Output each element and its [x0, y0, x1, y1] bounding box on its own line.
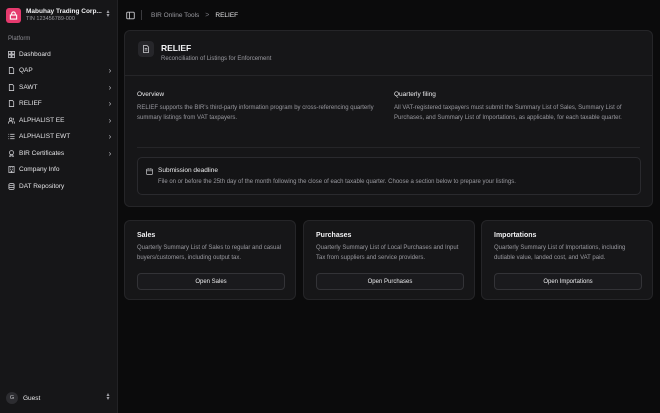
sidebar-item-bir-certificates[interactable]: BIR Certificates ›: [4, 145, 114, 162]
card-description: Quarterly Summary List of Importations, …: [494, 245, 626, 261]
breadcrumb-current: RELIEF: [215, 11, 239, 19]
breadcrumb-parent[interactable]: BIR Online Tools: [151, 12, 199, 19]
building-icon: [8, 166, 15, 174]
avatar: G: [6, 392, 18, 404]
overview-text: RELIEF supports the BIR's third-party in…: [137, 105, 374, 121]
sidebar-item-company-info[interactable]: Company Info: [4, 162, 114, 179]
card-title: Sales: [137, 232, 156, 239]
breadcrumb-separator: >: [205, 11, 210, 19]
topbar-divider: [141, 10, 142, 20]
sidebar-item-alphalist-ee[interactable]: ALPHALIST EE ›: [4, 112, 114, 129]
card-description: Quarterly Summary List of Sales to regul…: [137, 245, 282, 261]
calendar-icon: [146, 168, 153, 175]
chevron-updown-icon: ▴ ▾: [106, 9, 110, 19]
sales-card: Sales Quarterly Summary List of Sales to…: [124, 220, 296, 300]
sidebar-nav: Dashboard QAP › SAWT › RELIEF › ALPHALIS…: [4, 46, 114, 195]
certificate-icon: [8, 149, 15, 157]
topbar: BIR Online Tools > RELIEF: [118, 0, 660, 30]
relief-panel: RELIEF Reconciliation of Listings for En…: [124, 30, 653, 207]
sidebar-item-dashboard[interactable]: Dashboard: [4, 46, 114, 63]
sidebar-item-label: Dashboard: [19, 50, 51, 58]
importations-card: Importations Quarterly Summary List of I…: [481, 220, 653, 300]
deadline-title: Submission deadline: [158, 167, 218, 174]
dashboard-icon: [8, 50, 15, 58]
sidebar-item-label: QAP: [19, 67, 33, 75]
document-icon: [8, 67, 15, 75]
sidebar-item-sawt[interactable]: SAWT ›: [4, 79, 114, 96]
sidebar-toggle-icon[interactable]: [126, 11, 135, 20]
sidebar-item-dat-repository[interactable]: DAT Repository: [4, 178, 114, 195]
sidebar-item-label: BIR Certificates: [19, 149, 65, 157]
page-title: RELIEF: [161, 43, 192, 53]
quarterly-text: All VAT-registered taxpayers must submit…: [394, 105, 622, 121]
card-description: Quarterly Summary List of Local Purchase…: [316, 245, 459, 261]
file-text-icon: [138, 41, 154, 57]
card-title: Purchases: [316, 232, 352, 239]
open-importations-button[interactable]: Open Importations: [494, 273, 642, 290]
chevron-updown-icon: ▴ ▾: [106, 392, 110, 402]
sidebar: Mabuhay Trading Corp... TIN 123456789-00…: [0, 0, 118, 413]
open-sales-button[interactable]: Open Sales: [137, 273, 285, 290]
overview-section: Overview RELIEF supports the BIR's third…: [137, 91, 387, 123]
document-icon: [8, 83, 15, 91]
users-icon: [8, 117, 15, 124]
section-divider: [137, 147, 640, 148]
deadline-text: File on or before the 25th day of the mo…: [158, 179, 516, 185]
card-title: Importations: [494, 232, 537, 239]
document-icon: [8, 100, 15, 108]
section-label: Platform: [8, 36, 31, 42]
sidebar-item-label: ALPHALIST EE: [19, 116, 65, 124]
quarterly-title: Quarterly filing: [394, 91, 436, 98]
sidebar-item-qap[interactable]: QAP ›: [4, 63, 114, 80]
sidebar-item-label: Company Info: [19, 166, 60, 174]
breadcrumb: BIR Online Tools > RELIEF: [151, 12, 238, 19]
deadline-callout: Submission deadline File on or before th…: [137, 157, 641, 195]
overview-title: Overview: [137, 91, 165, 98]
database-icon: [8, 182, 15, 190]
sidebar-item-label: ALPHALIST EWT: [19, 133, 71, 141]
user-menu[interactable]: G Guest ▴ ▾: [6, 390, 112, 406]
chevron-right-icon: ›: [108, 82, 112, 92]
chevron-right-icon: ›: [108, 148, 112, 158]
org-switcher[interactable]: Mabuhay Trading Corp... TIN 123456789-00…: [6, 5, 112, 25]
page-subtitle: Reconciliation of Listings for Enforceme…: [161, 56, 272, 62]
list-icon: [8, 133, 15, 140]
sidebar-item-relief[interactable]: RELIEF ›: [4, 96, 114, 113]
org-logo-icon: [6, 7, 21, 23]
sidebar-item-label: DAT Repository: [19, 182, 65, 190]
open-purchases-button[interactable]: Open Purchases: [316, 273, 464, 290]
user-name: Guest: [23, 394, 41, 402]
chevron-right-icon: ›: [108, 132, 112, 142]
quarterly-filing-section: Quarterly filing All VAT-registered taxp…: [394, 91, 644, 123]
sidebar-item-label: SAWT: [19, 83, 38, 91]
org-name: Mabuhay Trading Corp...: [26, 7, 102, 15]
chevron-right-icon: ›: [108, 99, 112, 109]
purchases-card: Purchases Quarterly Summary List of Loca…: [303, 220, 475, 300]
sidebar-item-label: RELIEF: [19, 100, 42, 108]
org-tin: TIN 123456789-000: [26, 15, 75, 22]
panel-header: RELIEF Reconciliation of Listings for En…: [125, 31, 652, 76]
chevron-right-icon: ›: [108, 66, 112, 76]
chevron-right-icon: ›: [108, 115, 112, 125]
sidebar-item-alphalist-ewt[interactable]: ALPHALIST EWT ›: [4, 129, 114, 146]
